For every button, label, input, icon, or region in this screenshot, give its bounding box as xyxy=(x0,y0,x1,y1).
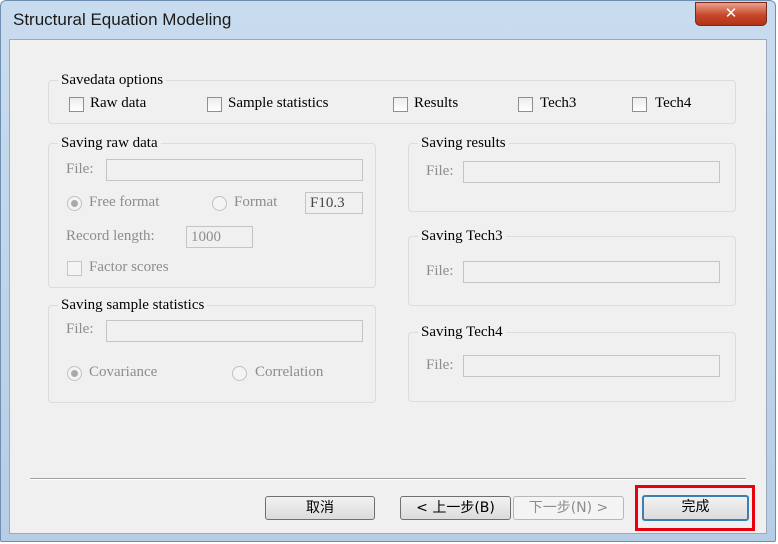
finish-highlight-box xyxy=(635,485,755,531)
correlation-radio[interactable] xyxy=(232,366,247,381)
tech3-file-input[interactable] xyxy=(463,261,720,283)
saving-tech4-legend: Saving Tech4 xyxy=(418,323,506,341)
covariance-label[interactable]: Covariance xyxy=(89,364,157,381)
record-length-label: Record length: xyxy=(66,228,155,244)
results-checkbox[interactable] xyxy=(393,97,408,112)
window-title: Structural Equation Modeling xyxy=(13,10,232,29)
dialog-window: Structural Equation Modeling ✕ Savedata … xyxy=(0,0,776,542)
results-file-label: File: xyxy=(426,163,454,179)
sample-statistics-label[interactable]: Sample statistics xyxy=(228,95,328,112)
tech4-label[interactable]: Tech4 xyxy=(655,95,691,112)
saving-tech3-legend: Saving Tech3 xyxy=(418,227,506,245)
tech4-file-input[interactable] xyxy=(463,355,720,377)
format-label[interactable]: Format xyxy=(234,194,277,211)
factor-scores-label[interactable]: Factor scores xyxy=(89,259,169,276)
raw-data-label[interactable]: Raw data xyxy=(90,95,146,112)
sample-file-input[interactable] xyxy=(106,320,363,342)
raw-file-input[interactable] xyxy=(106,159,363,181)
close-button[interactable]: ✕ xyxy=(695,2,767,26)
saving-raw-data-legend: Saving raw data xyxy=(58,134,161,152)
sample-file-label: File: xyxy=(66,321,94,337)
record-length-input[interactable]: 1000 xyxy=(186,226,253,248)
tech4-file-label: File: xyxy=(426,357,454,373)
button-separator xyxy=(30,478,746,480)
savedata-options-legend: Savedata options xyxy=(58,71,167,89)
format-radio[interactable] xyxy=(212,196,227,211)
next-button[interactable]: 下一步(N) > xyxy=(513,496,624,520)
raw-data-checkbox[interactable] xyxy=(69,97,84,112)
covariance-radio[interactable] xyxy=(67,366,82,381)
free-format-label[interactable]: Free format xyxy=(89,194,159,211)
raw-file-label: File: xyxy=(66,161,94,177)
format-input[interactable]: F10.3 xyxy=(305,192,363,214)
sample-statistics-checkbox[interactable] xyxy=(207,97,222,112)
tech3-label[interactable]: Tech3 xyxy=(540,95,576,112)
factor-scores-checkbox[interactable] xyxy=(67,261,82,276)
tech3-checkbox[interactable] xyxy=(518,97,533,112)
tech3-file-label: File: xyxy=(426,263,454,279)
results-file-input[interactable] xyxy=(463,161,720,183)
dialog-client-area: Savedata options Raw data Sample statist… xyxy=(9,39,767,534)
saving-results-legend: Saving results xyxy=(418,134,509,152)
cancel-button[interactable]: 取消 xyxy=(265,496,375,520)
title-bar[interactable]: Structural Equation Modeling ✕ xyxy=(1,1,775,37)
close-icon: ✕ xyxy=(724,4,738,22)
saving-sample-statistics-legend: Saving sample statistics xyxy=(58,296,208,314)
correlation-label[interactable]: Correlation xyxy=(255,364,323,381)
back-button[interactable]: < 上一步(B) xyxy=(400,496,511,520)
free-format-radio[interactable] xyxy=(67,196,82,211)
results-label[interactable]: Results xyxy=(414,95,458,112)
tech4-checkbox[interactable] xyxy=(632,97,647,112)
